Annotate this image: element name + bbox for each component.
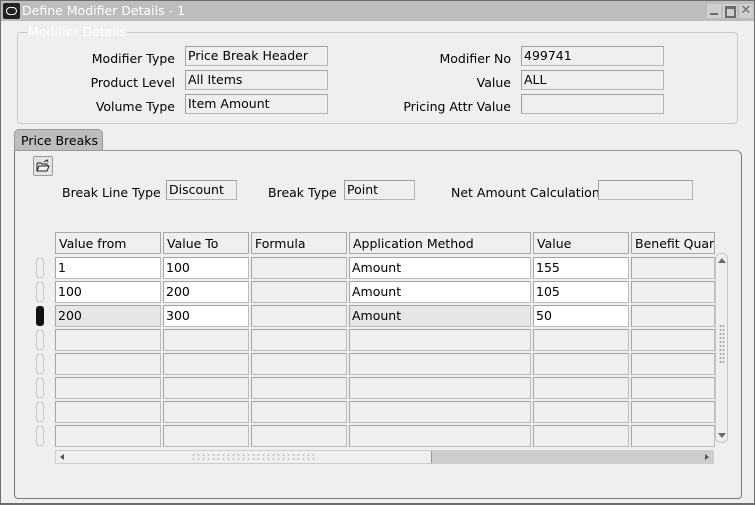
cell-value-from[interactable]: 200 — [55, 305, 161, 327]
row-selector[interactable] — [36, 258, 44, 278]
scroll-grip-icon[interactable] — [191, 453, 316, 461]
row-selector[interactable] — [36, 282, 44, 302]
break-type-label: Break Type — [268, 185, 337, 200]
cell-application-method[interactable]: Amount — [349, 281, 531, 303]
cell-value-from[interactable] — [55, 425, 161, 447]
cell-formula[interactable] — [251, 377, 347, 399]
scroll-left-icon[interactable] — [60, 454, 64, 460]
tab-price-breaks[interactable]: Price Breaks — [14, 129, 103, 151]
column-header-value[interactable]: Value — [533, 232, 629, 254]
cell-value-from[interactable]: 100 — [55, 281, 161, 303]
modifier-type-field[interactable]: Price Break Header — [185, 46, 328, 66]
cell-value[interactable]: 105 — [533, 281, 629, 303]
cell-benefit-quantity[interactable] — [631, 281, 715, 303]
break-type-field[interactable]: Point — [344, 180, 415, 200]
column-header-value-to[interactable]: Value To — [163, 232, 249, 254]
open-folder-button[interactable] — [33, 156, 53, 176]
cell-value-from[interactable] — [55, 353, 161, 375]
cell-application-method[interactable] — [349, 329, 531, 351]
cell-value[interactable] — [533, 425, 629, 447]
open-folder-icon — [36, 159, 50, 172]
product-level-label: Product Level — [90, 75, 175, 90]
title-bar[interactable]: Define Modifier Details - 1 ✕ — [1, 1, 754, 21]
modifier-type-label: Modifier Type — [91, 51, 175, 66]
value-field[interactable]: ALL — [521, 70, 664, 90]
cell-value[interactable] — [533, 353, 629, 375]
cell-value[interactable] — [533, 401, 629, 423]
volume-type-field[interactable]: Item Amount — [185, 94, 328, 114]
row-selector[interactable] — [36, 402, 44, 422]
cell-value-from[interactable] — [55, 401, 161, 423]
cell-application-method[interactable]: Amount — [349, 257, 531, 279]
oracle-app-icon — [3, 3, 20, 19]
row-selector[interactable] — [36, 330, 44, 350]
cell-application-method[interactable]: Amount — [349, 305, 531, 327]
cell-formula[interactable] — [251, 281, 347, 303]
vertical-scrollbar[interactable] — [715, 253, 728, 443]
row-selector[interactable] — [36, 306, 44, 326]
cell-value-to[interactable] — [163, 353, 249, 375]
cell-benefit-quantity[interactable] — [631, 329, 715, 351]
cell-application-method[interactable] — [349, 353, 531, 375]
cell-formula[interactable] — [251, 353, 347, 375]
cell-benefit-quantity[interactable] — [631, 425, 715, 447]
cell-application-method[interactable] — [349, 377, 531, 399]
close-icon[interactable]: ✕ — [739, 4, 753, 18]
cell-application-method[interactable] — [349, 401, 531, 423]
scroll-right-icon[interactable] — [705, 454, 709, 460]
cell-formula[interactable] — [251, 401, 347, 423]
cell-value-from[interactable]: 1 — [55, 257, 161, 279]
volume-type-label: Volume Type — [95, 99, 175, 114]
minimize-icon[interactable] — [707, 4, 721, 18]
row-selector[interactable] — [36, 378, 44, 398]
scroll-up-icon[interactable] — [718, 258, 726, 263]
cell-value-to[interactable]: 300 — [163, 305, 249, 327]
cell-benefit-quantity[interactable] — [631, 377, 715, 399]
cell-value[interactable]: 155 — [533, 257, 629, 279]
break-line-type-label: Break Line Type — [62, 185, 161, 200]
value-label: Value — [476, 75, 511, 90]
scroll-down-icon[interactable] — [718, 433, 726, 438]
cell-formula[interactable] — [251, 305, 347, 327]
cell-value-to[interactable] — [163, 329, 249, 351]
cell-value-to[interactable]: 100 — [163, 257, 249, 279]
cell-application-method[interactable] — [349, 425, 531, 447]
cell-benefit-quantity[interactable] — [631, 257, 715, 279]
cell-value[interactable] — [533, 377, 629, 399]
net-amount-calculation-label: Net Amount Calculation — [451, 185, 600, 200]
product-level-field[interactable]: All Items — [185, 70, 328, 90]
cell-formula[interactable] — [251, 257, 347, 279]
row-selector[interactable] — [36, 426, 44, 446]
window-title: Define Modifier Details - 1 — [22, 3, 186, 18]
horizontal-scroll-thumb[interactable] — [56, 451, 432, 463]
column-header-application-method[interactable]: Application Method — [349, 232, 531, 254]
cell-value-from[interactable] — [55, 377, 161, 399]
cell-benefit-quantity[interactable] — [631, 353, 715, 375]
horizontal-scrollbar[interactable] — [55, 450, 714, 464]
cell-value-to[interactable] — [163, 401, 249, 423]
pricing-attr-value-field[interactable] — [521, 94, 664, 114]
cell-formula[interactable] — [251, 329, 347, 351]
cell-value-to[interactable] — [163, 425, 249, 447]
scroll-grip-icon[interactable] — [719, 324, 725, 364]
cell-value[interactable]: 50 — [533, 305, 629, 327]
cell-value-to[interactable]: 200 — [163, 281, 249, 303]
cell-value-from[interactable] — [55, 329, 161, 351]
column-header-formula[interactable]: Formula — [251, 232, 347, 254]
modifier-no-field[interactable]: 499741 — [521, 46, 664, 66]
cell-benefit-quantity[interactable] — [631, 305, 715, 327]
column-header-value-from[interactable]: Value from — [55, 232, 161, 254]
cell-value-to[interactable] — [163, 377, 249, 399]
maximize-icon[interactable] — [723, 4, 737, 18]
cell-benefit-quantity[interactable] — [631, 401, 715, 423]
column-header-benefit-quantity[interactable]: Benefit Quant — [631, 232, 715, 254]
pricing-attr-value-label: Pricing Attr Value — [403, 99, 511, 114]
row-selector[interactable] — [36, 354, 44, 374]
modifier-details-legend: Modifier Details — [27, 24, 127, 39]
cell-value[interactable] — [533, 329, 629, 351]
modifier-no-label: Modifier No — [439, 51, 511, 66]
net-amount-calculation-field[interactable] — [598, 180, 693, 200]
break-line-type-field[interactable]: Discount — [166, 180, 237, 200]
cell-formula[interactable] — [251, 425, 347, 447]
